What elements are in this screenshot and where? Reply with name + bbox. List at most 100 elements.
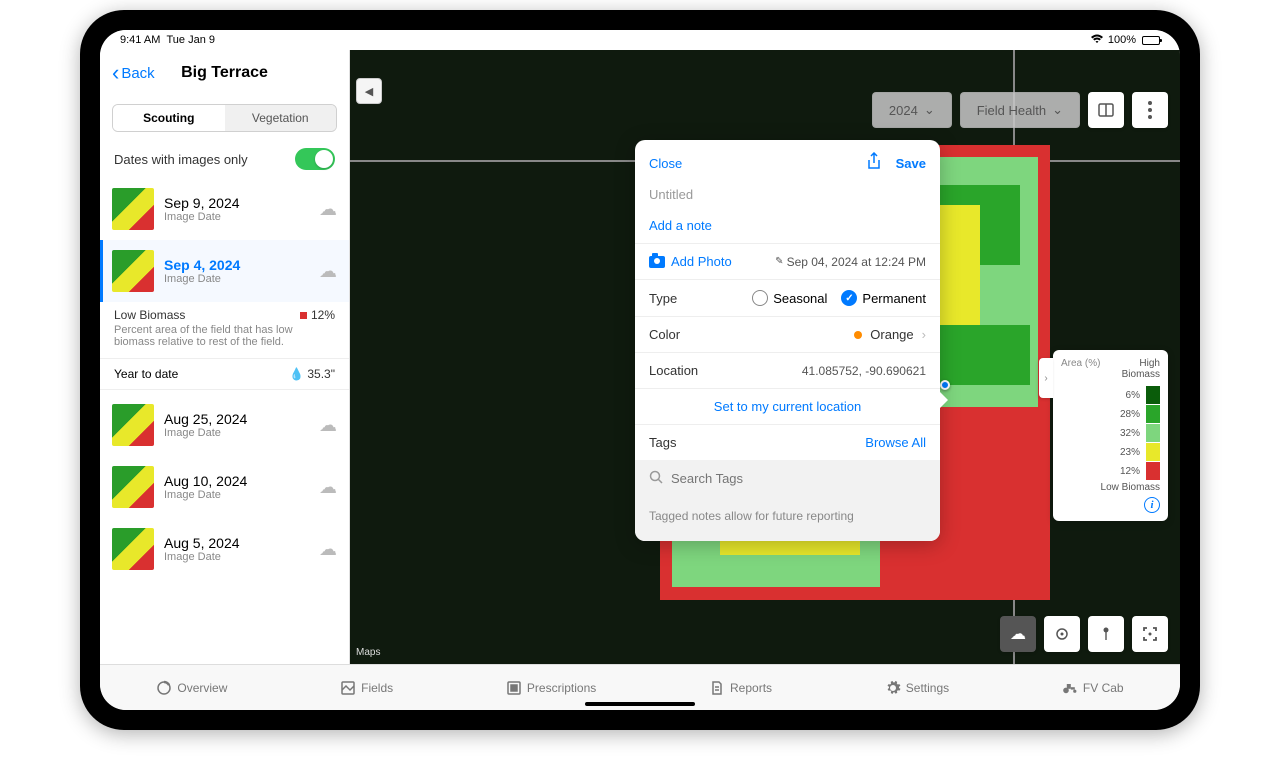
radio-seasonal[interactable]: Seasonal bbox=[752, 290, 827, 306]
map-area[interactable]: 15TH AVE 210TH ST ◀ 2024⌄ Field Health⌄ bbox=[350, 50, 1180, 664]
wifi-icon bbox=[1090, 34, 1104, 47]
date-item[interactable]: Aug 25, 2024 Image Date ☁ bbox=[100, 394, 349, 456]
tab-settings[interactable]: Settings bbox=[885, 680, 949, 696]
search-tags-field[interactable] bbox=[635, 460, 940, 497]
timestamp[interactable]: ✎Sep 04, 2024 at 12:24 PM bbox=[775, 255, 926, 269]
field-thumbnail bbox=[112, 466, 154, 508]
map-attribution: Maps bbox=[356, 647, 380, 658]
low-biomass-swatch bbox=[300, 312, 307, 319]
cloud-download-icon[interactable]: ☁ bbox=[319, 199, 337, 220]
legend-row: 23% bbox=[1061, 443, 1160, 461]
tab-reports[interactable]: Reports bbox=[709, 680, 772, 696]
tractor-icon bbox=[1062, 680, 1078, 696]
legend-rows: 6%28%32%23%12% bbox=[1061, 386, 1160, 480]
legend-pct: 32% bbox=[1061, 428, 1140, 439]
chevron-left-icon: ‹ bbox=[112, 60, 119, 86]
tab-vegetation[interactable]: Vegetation bbox=[225, 105, 337, 131]
date-sublabel: Image Date bbox=[164, 551, 309, 563]
location-value: 41.085752, -90.690621 bbox=[802, 364, 926, 378]
color-swatch bbox=[854, 331, 862, 339]
date-label: Sep 9, 2024 bbox=[164, 195, 309, 211]
pin-marker[interactable] bbox=[940, 380, 950, 390]
ytd-label: Year to date bbox=[114, 367, 178, 381]
save-button[interactable]: Save bbox=[896, 156, 926, 171]
legend-high-label: High Biomass bbox=[1110, 358, 1160, 380]
tags-label: Tags bbox=[649, 435, 676, 450]
chevron-down-icon: ⌄ bbox=[924, 102, 935, 118]
split-view-button[interactable] bbox=[1088, 92, 1124, 128]
images-only-toggle-row: Dates with images only bbox=[100, 140, 349, 178]
radio-unchecked-icon bbox=[752, 290, 768, 306]
cloud-download-icon[interactable]: ☁ bbox=[319, 539, 337, 560]
camera-icon bbox=[649, 256, 665, 268]
add-note-button[interactable]: Add a note bbox=[635, 212, 940, 243]
home-indicator[interactable] bbox=[585, 702, 695, 706]
date-item[interactable]: Aug 5, 2024 Image Date ☁ bbox=[100, 518, 349, 580]
field-thumbnail bbox=[112, 404, 154, 446]
images-only-switch[interactable] bbox=[295, 148, 335, 170]
segmented-control: Scouting Vegetation bbox=[112, 104, 337, 132]
date-sublabel: Image Date bbox=[164, 427, 309, 439]
date-sublabel: Image Date bbox=[164, 211, 309, 223]
date-sublabel: Image Date bbox=[164, 273, 309, 285]
type-label: Type bbox=[649, 291, 677, 306]
tab-fvcab[interactable]: FV Cab bbox=[1062, 680, 1124, 696]
legend-row: 32% bbox=[1061, 424, 1160, 442]
collapse-sidebar-button[interactable]: ◀ bbox=[356, 78, 382, 104]
date-sublabel: Image Date bbox=[164, 489, 309, 501]
year-to-date-row[interactable]: Year to date 💧35.3" bbox=[100, 358, 349, 390]
date-label: Aug 25, 2024 bbox=[164, 411, 309, 427]
biomass-pct: 12% bbox=[311, 308, 335, 322]
year-selector[interactable]: 2024⌄ bbox=[872, 92, 952, 128]
chevron-right-icon: › bbox=[1044, 373, 1047, 384]
date-list[interactable]: Sep 9, 2024 Image Date ☁ Sep 4, 2024 Ima… bbox=[100, 178, 349, 664]
legend-low-label: Low Biomass bbox=[1061, 482, 1160, 493]
add-photo-button[interactable]: Add Photo bbox=[649, 254, 732, 269]
biomass-legend: › Area (%) High Biomass 6%28%32%23%12% L… bbox=[1053, 350, 1168, 521]
locate-button[interactable] bbox=[1044, 616, 1080, 652]
layer-selector[interactable]: Field Health⌄ bbox=[960, 92, 1080, 128]
date-item[interactable]: Aug 10, 2024 Image Date ☁ bbox=[100, 456, 349, 518]
set-current-location-button[interactable]: Set to my current location bbox=[635, 388, 940, 424]
legend-row: 12% bbox=[1061, 462, 1160, 480]
search-tags-input[interactable] bbox=[671, 471, 926, 486]
pin-title-input[interactable]: Untitled bbox=[635, 183, 940, 212]
tab-overview[interactable]: Overview bbox=[156, 680, 227, 696]
close-button[interactable]: Close bbox=[649, 156, 682, 171]
radio-permanent[interactable]: Permanent bbox=[841, 290, 926, 306]
screen: 9:41 AM Tue Jan 9 100% ‹ Back Big Terrac… bbox=[100, 30, 1180, 710]
search-icon bbox=[649, 470, 663, 487]
date-label: Sep 4, 2024 bbox=[164, 257, 309, 273]
legend-info-button[interactable]: i bbox=[1061, 497, 1160, 513]
color-row[interactable]: Color Orange › bbox=[635, 316, 940, 352]
tab-fields[interactable]: Fields bbox=[340, 680, 393, 696]
back-button[interactable]: ‹ Back bbox=[112, 60, 155, 86]
tab-bar: Overview Fields Prescriptions Reports Se… bbox=[100, 664, 1180, 710]
more-menu-button[interactable] bbox=[1132, 92, 1168, 128]
info-icon: i bbox=[1144, 497, 1160, 513]
legend-swatch bbox=[1146, 443, 1160, 461]
field-thumbnail bbox=[112, 188, 154, 230]
legend-swatch bbox=[1146, 405, 1160, 423]
date-item-selected[interactable]: Sep 4, 2024 Image Date ☁ bbox=[100, 240, 349, 302]
legend-row: 28% bbox=[1061, 405, 1160, 423]
cloud-download-icon[interactable]: ☁ bbox=[319, 415, 337, 436]
weather-button[interactable]: ☁ bbox=[1000, 616, 1036, 652]
prescriptions-icon bbox=[506, 680, 522, 696]
legend-swatch bbox=[1146, 462, 1160, 480]
fullscreen-button[interactable] bbox=[1132, 616, 1168, 652]
date-label: Aug 5, 2024 bbox=[164, 535, 309, 551]
tab-scouting[interactable]: Scouting bbox=[113, 105, 225, 131]
tab-prescriptions[interactable]: Prescriptions bbox=[506, 680, 596, 696]
cloud-download-icon[interactable]: ☁ bbox=[319, 261, 337, 282]
cloud-download-icon[interactable]: ☁ bbox=[319, 477, 337, 498]
legend-collapse-handle[interactable]: › bbox=[1039, 358, 1053, 398]
chevron-right-icon: › bbox=[922, 327, 926, 342]
type-radio-group: Seasonal Permanent bbox=[752, 290, 926, 306]
browse-all-tags-button[interactable]: Browse All bbox=[865, 435, 926, 450]
pin-tool-button[interactable] bbox=[1088, 616, 1124, 652]
battery-pct: 100% bbox=[1108, 34, 1136, 46]
date-item[interactable]: Sep 9, 2024 Image Date ☁ bbox=[100, 178, 349, 240]
share-icon[interactable] bbox=[866, 152, 882, 175]
reports-icon bbox=[709, 680, 725, 696]
